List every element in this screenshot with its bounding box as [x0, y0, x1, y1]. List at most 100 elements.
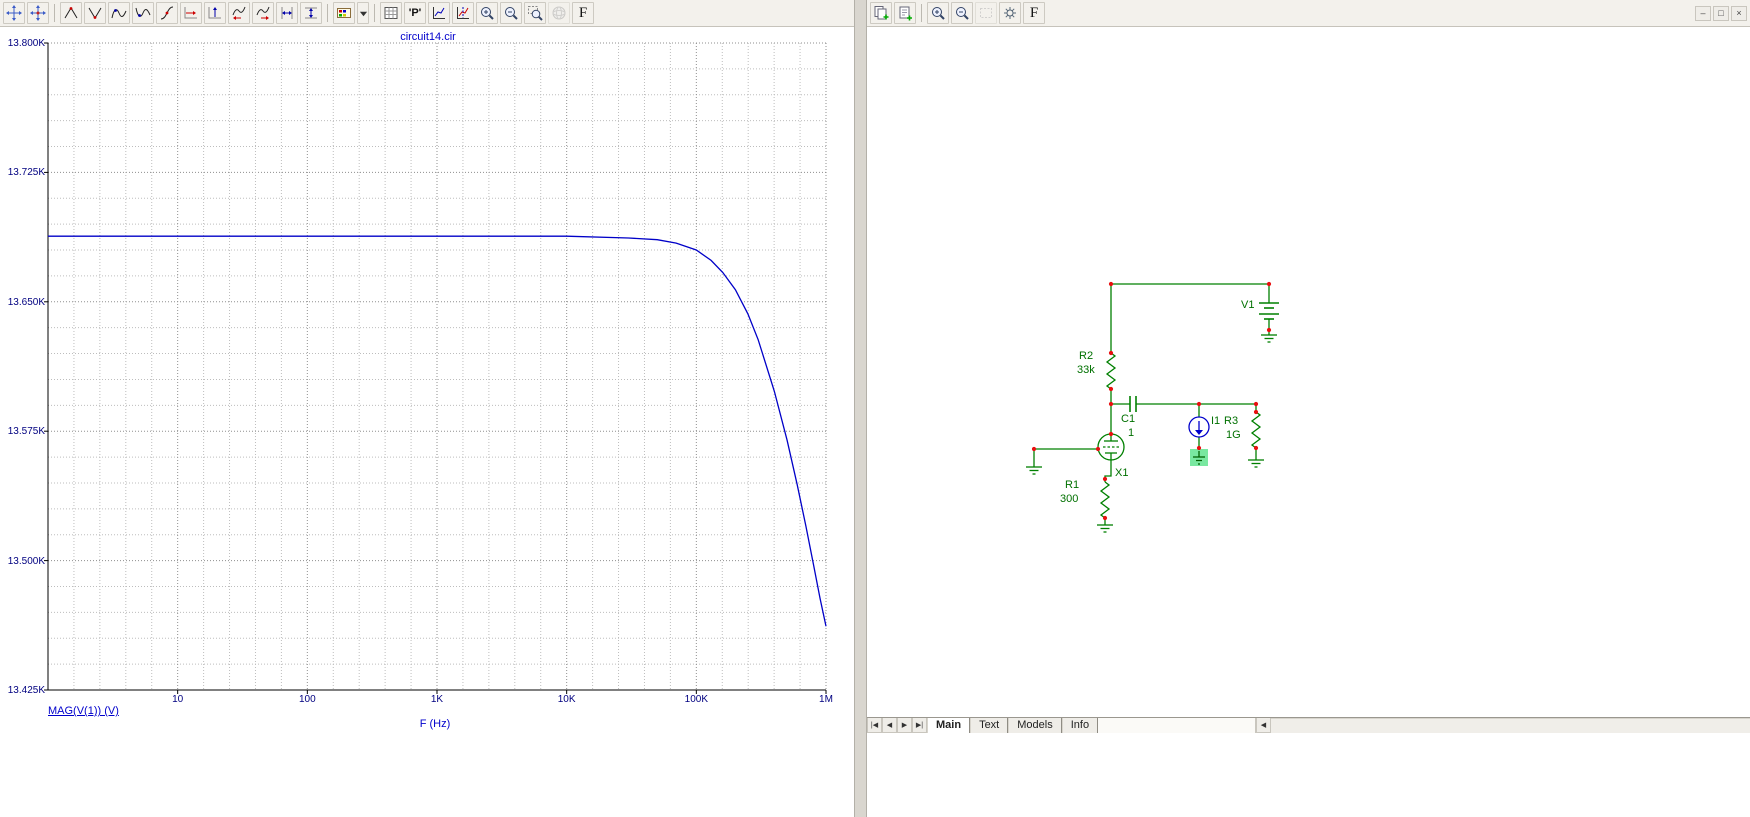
font-button[interactable]: F	[1023, 2, 1045, 24]
hscroll-left-button[interactable]: ◀	[1256, 718, 1271, 733]
label-r1[interactable]: R1	[1065, 479, 1079, 491]
add-text-page-icon	[899, 6, 912, 21]
component-r2-resistor[interactable]	[1105, 352, 1117, 390]
label-x1[interactable]: X1	[1115, 467, 1128, 479]
add-page-icon	[874, 6, 889, 20]
goto-y-icon	[208, 7, 221, 19]
schematic-panel: F – □ × V1 R2 33k C1 1 I1 R3 1G X1 R1 30…	[866, 0, 1750, 817]
label-r2[interactable]: R2	[1079, 350, 1093, 362]
ground-symbol-r1[interactable]	[1097, 524, 1113, 533]
chart-cursor-icon	[457, 7, 469, 19]
select-mode-button[interactable]	[3, 2, 25, 24]
value-r2[interactable]: 33k	[1077, 364, 1095, 376]
schematic-canvas[interactable]	[867, 27, 1750, 717]
palette-dropdown-button[interactable]	[357, 2, 369, 24]
add-text-page-button[interactable]	[894, 2, 916, 24]
scale-icon	[433, 7, 445, 19]
label-i1[interactable]: I1	[1211, 415, 1220, 427]
table-icon	[384, 7, 398, 19]
inflection-button[interactable]	[156, 2, 178, 24]
low-icon	[135, 7, 151, 17]
font-button[interactable]: F	[572, 2, 594, 24]
scale-mode-button[interactable]	[428, 2, 450, 24]
tab-main[interactable]: Main	[927, 718, 971, 733]
zoom-in-icon	[481, 7, 494, 20]
component-r1-resistor[interactable]	[1099, 481, 1111, 519]
tab-info[interactable]: Info	[1061, 718, 1099, 733]
peak-button[interactable]	[60, 2, 82, 24]
component-x1-tube[interactable]	[1097, 433, 1125, 461]
trace-label[interactable]: MAG(V(1)) (V)	[48, 705, 119, 717]
schematic-editor[interactable]: V1 R2 33k C1 1 I1 R3 1G X1 R1 300	[867, 27, 1750, 717]
caret-down-icon	[359, 11, 367, 16]
tag-right-button[interactable]	[252, 2, 274, 24]
tab-text[interactable]: Text	[970, 718, 1009, 733]
tab-scroll-last-button[interactable]: ▶|	[912, 718, 927, 733]
zoom-in-button[interactable]	[927, 2, 949, 24]
tag-horizontal-icon	[281, 7, 293, 19]
numeric-output-button[interactable]	[380, 2, 402, 24]
ground-symbol-v1[interactable]	[1261, 334, 1277, 343]
zoom-out-button[interactable]	[500, 2, 522, 24]
tab-models[interactable]: Models	[1008, 718, 1062, 733]
zoom-region-button[interactable]	[524, 2, 546, 24]
tag-right-icon	[256, 6, 270, 20]
label-r3[interactable]: R3	[1224, 415, 1238, 427]
restore-button[interactable]: □	[1713, 5, 1729, 21]
gear-icon	[1004, 7, 1016, 19]
tab-scroll-next-button[interactable]: ▶	[897, 718, 912, 733]
valley-button[interactable]	[84, 2, 106, 24]
palette-icon	[337, 8, 351, 18]
tab-spacer	[1098, 718, 1256, 733]
hscroll-track[interactable]	[1271, 718, 1750, 733]
goto-x-button[interactable]	[180, 2, 202, 24]
ground-symbol-r3[interactable]	[1248, 459, 1264, 468]
component-c1-capacitor[interactable]	[1129, 396, 1137, 412]
cursor-chart-button[interactable]	[452, 2, 474, 24]
zoom-out-icon	[956, 7, 969, 20]
ground-symbol-left[interactable]	[1026, 466, 1042, 475]
toolbar-separator	[54, 4, 55, 22]
value-r1[interactable]: 300	[1060, 493, 1078, 505]
periodic-button[interactable]: 'P'	[404, 2, 426, 24]
zoom-out-button[interactable]	[951, 2, 973, 24]
selected-ground-symbol[interactable]	[1190, 449, 1208, 466]
tag-left-button[interactable]	[228, 2, 250, 24]
component-r3-resistor[interactable]	[1250, 411, 1262, 449]
options-button[interactable]	[999, 2, 1021, 24]
application-window: 'P' F 13.800K 13.725K 13.650K 13.575K 13.500…	[0, 0, 1750, 817]
tag-horizontal-button[interactable]	[276, 2, 298, 24]
goto-x-icon	[184, 7, 197, 19]
value-r3[interactable]: 1G	[1226, 429, 1241, 441]
cursor-mode-button[interactable]	[27, 2, 49, 24]
schematic-tabbar: |◀ ◀ ▶ ▶| Main Text Models Info ◀	[867, 717, 1750, 733]
add-page-button[interactable]	[870, 2, 892, 24]
sphere-icon	[552, 6, 566, 20]
select-region-button[interactable]	[975, 2, 997, 24]
value-c1[interactable]: 1	[1128, 427, 1134, 439]
tab-scroll-first-button[interactable]: |◀	[867, 718, 882, 733]
global-low-button[interactable]	[132, 2, 154, 24]
label-c1[interactable]: C1	[1121, 413, 1135, 425]
component-i1-current-source[interactable]	[1188, 416, 1210, 438]
panel-splitter[interactable]	[855, 0, 866, 817]
label-v1[interactable]: V1	[1241, 299, 1254, 311]
font-label: F	[1029, 4, 1039, 21]
plot-region: 13.800K 13.725K 13.650K 13.575K 13.500K 13.42…	[0, 27, 855, 817]
minimize-button[interactable]: –	[1695, 5, 1711, 21]
goto-y-button[interactable]	[204, 2, 226, 24]
zoom-in-button[interactable]	[476, 2, 498, 24]
close-button[interactable]: ×	[1731, 5, 1747, 21]
tab-scroll-prev-button[interactable]: ◀	[882, 718, 897, 733]
color-palette-button[interactable]	[333, 2, 355, 24]
three-d-button[interactable]	[548, 2, 570, 24]
tag-vertical-button[interactable]	[300, 2, 322, 24]
window-controls: – □ ×	[1695, 5, 1747, 21]
global-high-button[interactable]	[108, 2, 130, 24]
x-axis-label: F (Hz)	[419, 718, 451, 730]
plot-canvas[interactable]	[0, 27, 855, 817]
tag-vertical-icon	[305, 7, 317, 19]
component-v1-battery[interactable]	[1259, 302, 1279, 320]
periodic-label: 'P'	[408, 7, 422, 19]
zoom-in-icon	[932, 7, 945, 20]
